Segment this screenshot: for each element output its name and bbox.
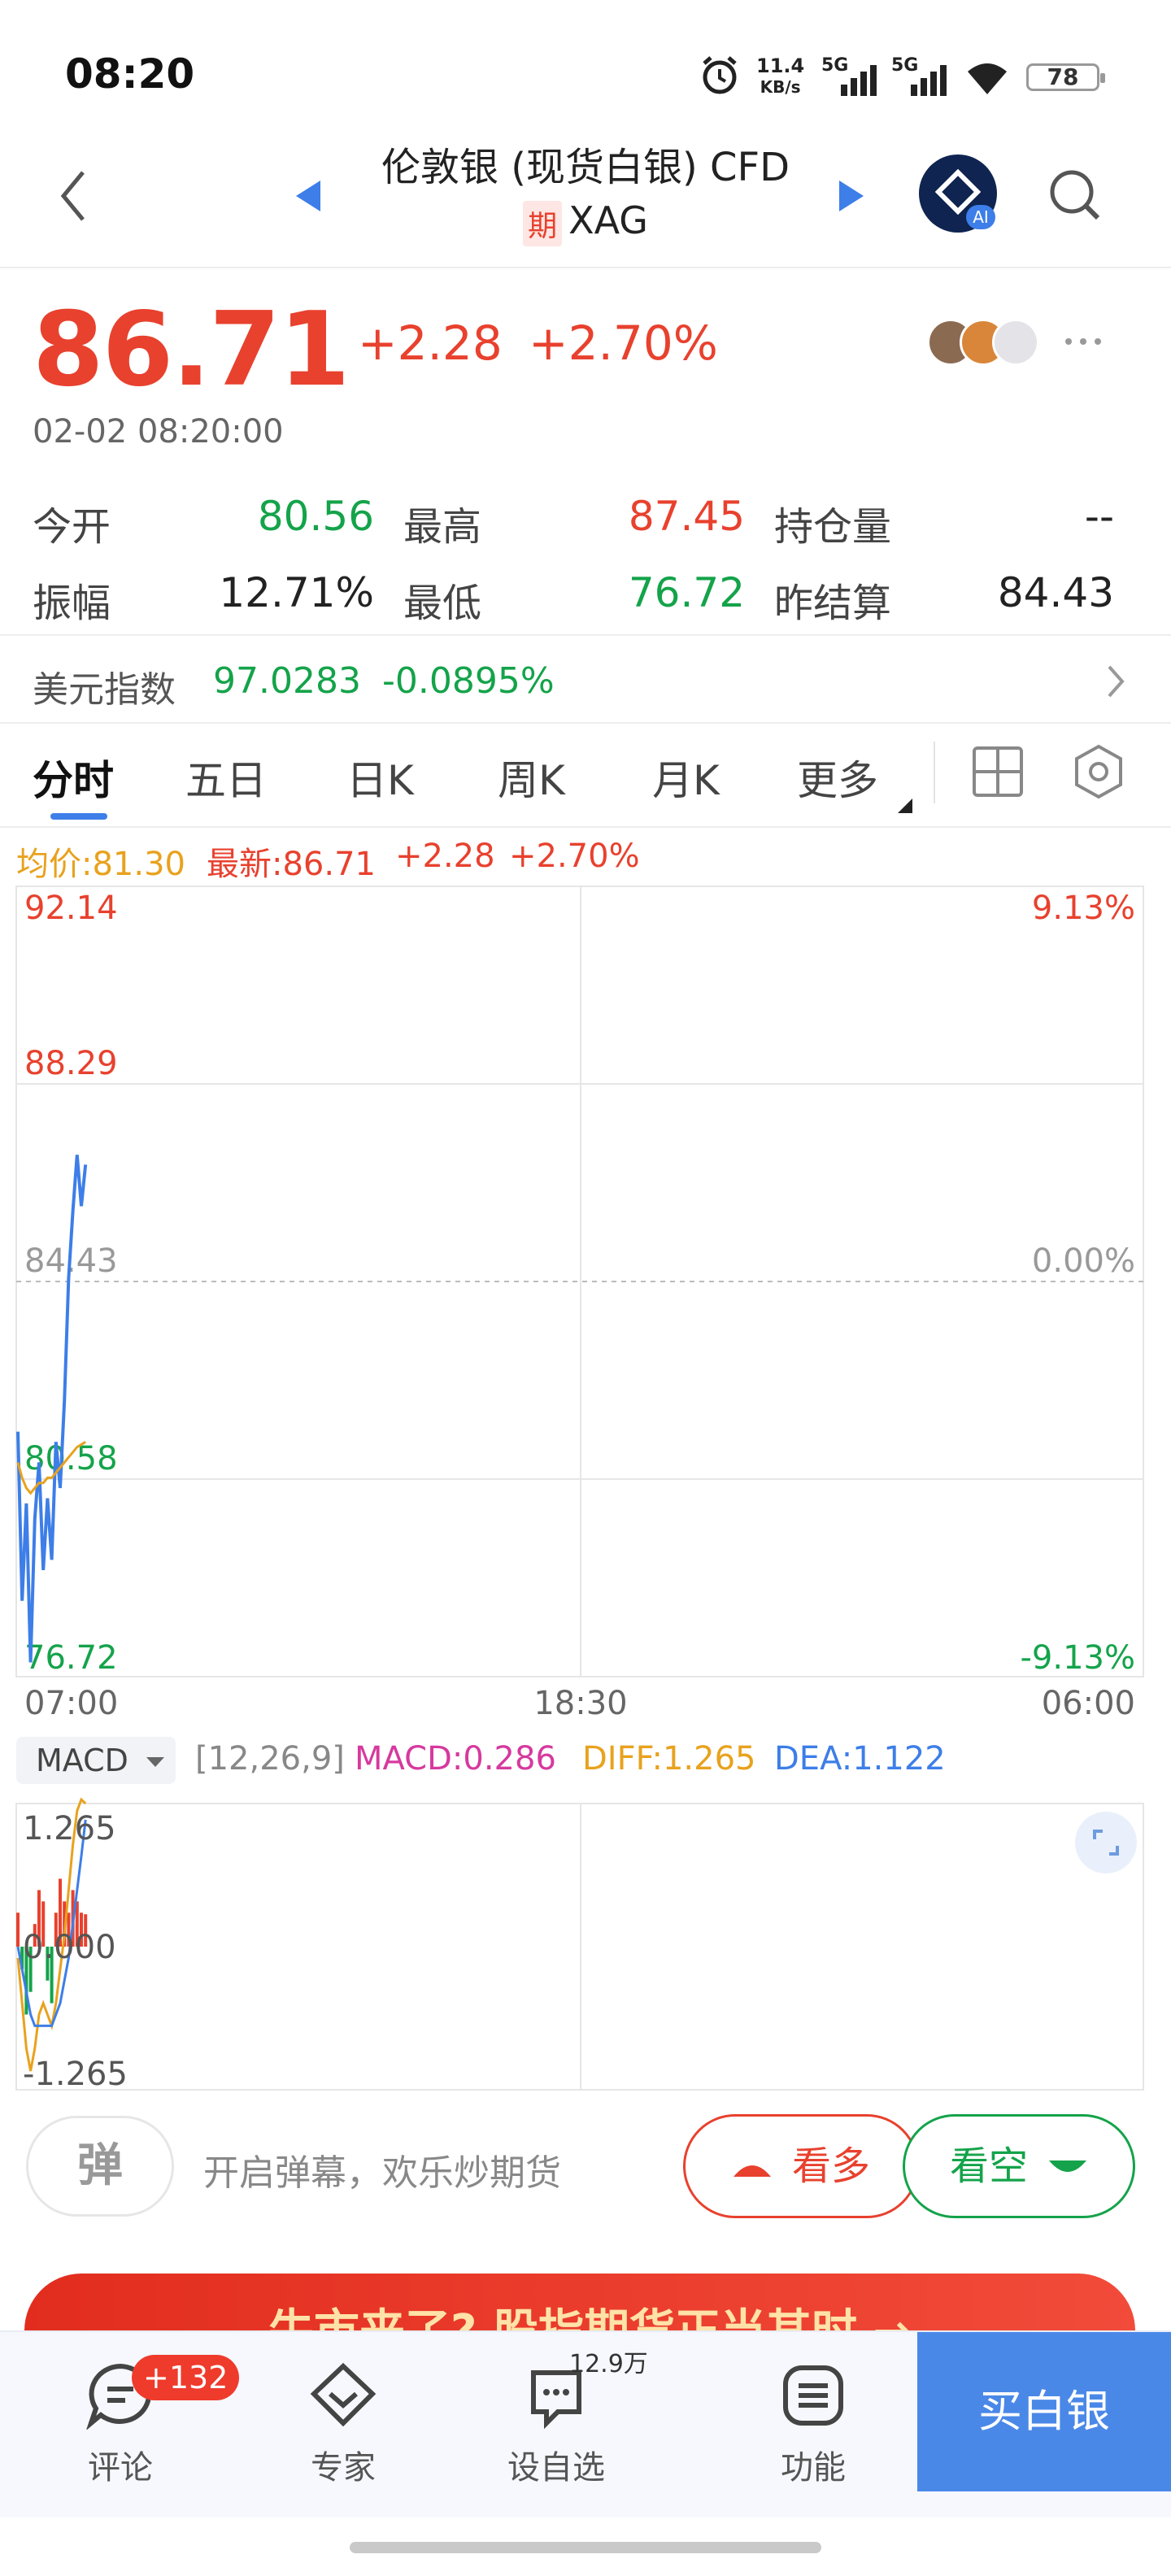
diamond-icon xyxy=(310,2362,377,2427)
signal-bars-1-icon xyxy=(841,65,877,96)
y-tick-label-pct: 9.13% xyxy=(1032,890,1135,927)
prev-settle-label: 昨结算 xyxy=(774,581,892,626)
nav-experts-label: 专家 xyxy=(311,2449,376,2487)
y-tick-label-pct: -9.13% xyxy=(1020,1639,1135,1677)
macd-bar xyxy=(16,1912,20,1947)
futures-tag: 期 xyxy=(523,200,563,246)
net-speed: 11.4 KB/s xyxy=(756,54,805,97)
dropdown-corner-icon xyxy=(898,798,912,813)
status-bar: 08:20 11.4 KB/s 5G 5G 78 xyxy=(0,0,1171,138)
low-label: 最低 xyxy=(403,581,482,626)
up-triangle-icon xyxy=(733,2165,771,2177)
more-icon[interactable] xyxy=(1064,333,1104,350)
caret-down-icon xyxy=(146,1756,165,1767)
tab-weekly-k[interactable]: 周K xyxy=(498,748,565,807)
nav-add-favorite[interactable]: 设自选 xyxy=(491,2361,621,2488)
usd-index-label: 美元指数 xyxy=(33,669,176,711)
usd-index-change: -0.0895% xyxy=(382,660,555,702)
alarm-icon xyxy=(703,56,737,94)
macd-y-tick-label: 1.265 xyxy=(23,1810,116,1847)
home-indicator xyxy=(350,2542,821,2553)
buy-silver-button[interactable]: 买白银 xyxy=(917,2332,1171,2491)
macd-params: [12,26,9] xyxy=(195,1740,345,1778)
bearish-button[interactable]: 看空 xyxy=(903,2114,1135,2218)
settings-icon[interactable] xyxy=(1070,743,1127,800)
nav-functions-label: 功能 xyxy=(781,2449,846,2487)
next-instrument-icon[interactable] xyxy=(838,179,865,213)
bullish-button[interactable]: 看多 xyxy=(683,2114,919,2218)
favorite-count: 12.9万 xyxy=(569,2350,648,2378)
x-tick-label: 06:00 xyxy=(1042,1685,1135,1722)
x-tick-label: 07:00 xyxy=(24,1685,118,1722)
ai-assistant-button[interactable]: AI xyxy=(919,154,997,233)
price-change-percent: +2.70% xyxy=(529,315,718,371)
back-icon[interactable] xyxy=(57,168,89,224)
expand-icon xyxy=(1093,1830,1119,1856)
nav-experts[interactable]: 专家 xyxy=(278,2361,408,2488)
price-line xyxy=(16,1155,88,1663)
macd-value: MACD:0.286 xyxy=(355,1740,556,1778)
open-value: 80.56 xyxy=(257,493,374,540)
amplitude-label: 振幅 xyxy=(33,581,111,626)
nav-functions[interactable]: 功能 xyxy=(748,2361,878,2488)
y-tick-label-pct: 0.00% xyxy=(1032,1242,1135,1280)
tab-monthly-k[interactable]: 月K xyxy=(652,748,720,807)
x-tick-label: 18:30 xyxy=(533,1685,627,1722)
ai-badge: AI xyxy=(966,205,995,229)
comment-count-badge: +132 xyxy=(132,2355,240,2400)
open-label: 今开 xyxy=(33,504,111,550)
prev-settle-value: 84.43 xyxy=(997,569,1114,616)
tab-daily-k[interactable]: 日K xyxy=(346,748,414,807)
instrument-title: 伦敦银 (现货白银) CFD xyxy=(381,145,790,190)
high-value: 87.45 xyxy=(628,493,745,540)
danmu-toggle-button[interactable]: 弹 xyxy=(26,2116,174,2217)
low-value: 76.72 xyxy=(628,569,745,616)
active-tab-indicator xyxy=(50,813,107,820)
menu-icon xyxy=(783,2365,843,2426)
instrument-symbol: 期 XAG xyxy=(504,198,667,246)
price-change: +2.28 xyxy=(358,315,503,371)
status-time: 08:20 xyxy=(65,50,195,98)
nav-add-favorite-label: 设自选 xyxy=(507,2449,605,2487)
tab-divider xyxy=(934,742,935,803)
search-icon[interactable] xyxy=(1046,166,1104,224)
y-tick-label: 92.14 xyxy=(24,890,118,927)
tab-more[interactable]: 更多 xyxy=(797,748,878,807)
usd-index-row[interactable]: 美元指数 97.0283 -0.0895% xyxy=(0,634,1171,724)
expand-chart-button[interactable] xyxy=(1075,1812,1137,1873)
high-label: 最高 xyxy=(403,504,482,550)
battery-indicator: 78 xyxy=(1026,63,1105,91)
last-price: 86.71 xyxy=(33,289,350,409)
tab-intraday[interactable]: 分时 xyxy=(33,748,114,807)
avatar-group[interactable] xyxy=(927,315,1065,368)
down-triangle-icon xyxy=(1049,2160,1086,2172)
usd-index-value: 97.0283 xyxy=(213,660,361,702)
y-tick-label: 88.29 xyxy=(24,1045,118,1082)
open-interest-value: -- xyxy=(1084,493,1114,540)
macd-y-tick-label: -1.265 xyxy=(23,2056,128,2093)
y-tick-label: 76.72 xyxy=(24,1639,118,1677)
avatar xyxy=(992,319,1039,366)
grid-layout-icon[interactable] xyxy=(971,745,1025,798)
diff-value: DIFF:1.265 xyxy=(582,1740,756,1778)
wifi-icon xyxy=(968,63,1007,94)
chevron-right-icon xyxy=(1108,665,1125,698)
open-interest-label: 持仓量 xyxy=(774,504,892,550)
macd-indicator-select[interactable]: MACD xyxy=(16,1737,176,1784)
header: 伦敦银 (现货白银) CFD 期 XAG AI xyxy=(0,130,1171,268)
signal-bars-2-icon xyxy=(911,65,947,96)
macd-y-tick-label: 0.000 xyxy=(23,1929,116,1966)
intraday-chart[interactable]: 92.1488.2984.4380.5876.729.13%0.00%-9.13… xyxy=(0,821,1171,2106)
amplitude-value: 12.71% xyxy=(219,569,374,616)
prev-instrument-icon[interactable] xyxy=(294,179,322,213)
tab-five-day[interactable]: 五日 xyxy=(185,748,267,807)
dea-value: DEA:1.122 xyxy=(774,1740,946,1778)
nav-comments-label: 评论 xyxy=(88,2449,153,2487)
quote-time: 02-02 08:20:00 xyxy=(33,413,284,450)
danmu-prompt[interactable]: 开启弹幕，欢乐炒期货 xyxy=(203,2143,561,2195)
